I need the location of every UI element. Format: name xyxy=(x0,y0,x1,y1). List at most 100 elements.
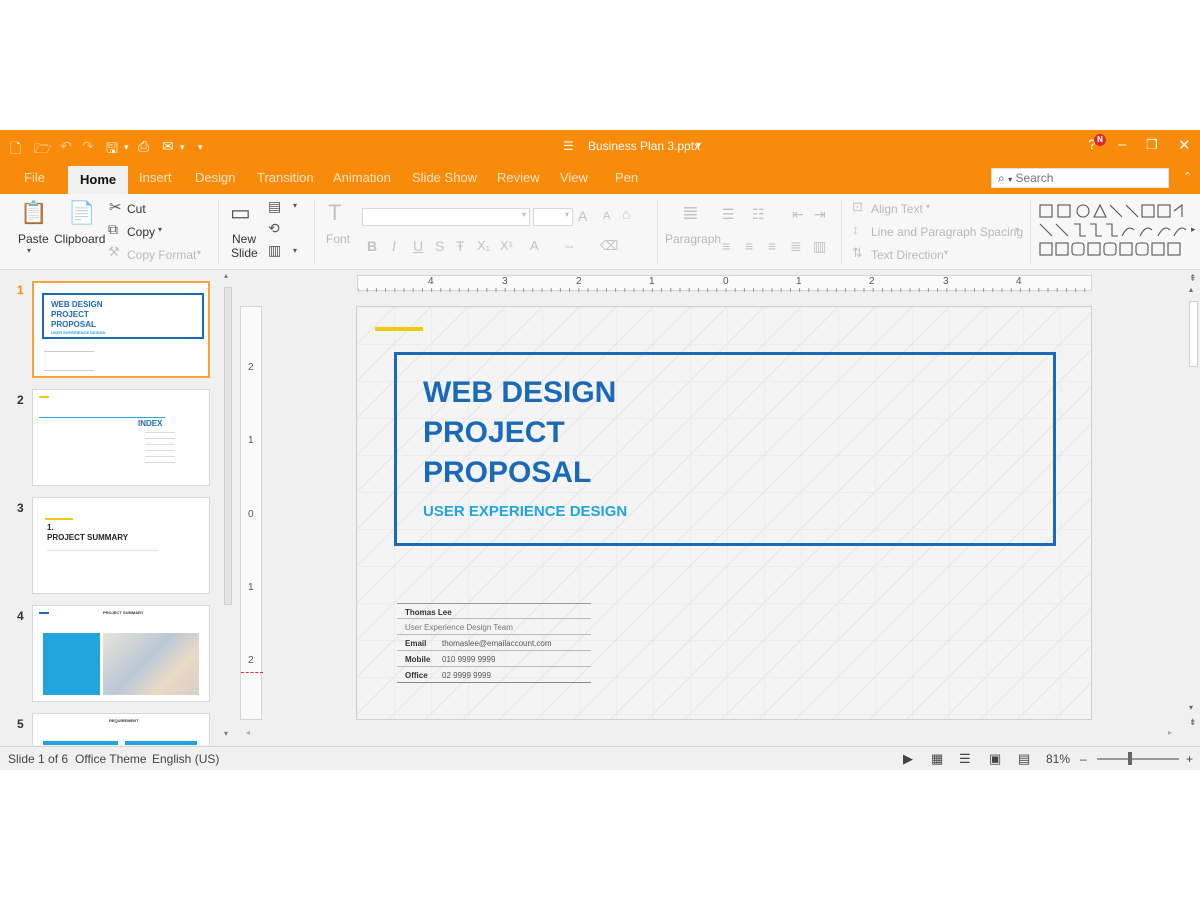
paste-dropdown-icon[interactable]: ▾ xyxy=(27,246,31,255)
language-indicator[interactable]: English (US) xyxy=(152,752,219,766)
slide-thumbnail-3[interactable]: 1. PROJECT SUMMARY xyxy=(32,497,210,594)
search-box[interactable]: ⌕ ▾ xyxy=(991,168,1169,188)
scroll-down-icon[interactable]: ▾ xyxy=(224,729,228,738)
copy-format-icon[interactable]: ⚒ xyxy=(108,244,120,260)
tab-animation[interactable]: Animation xyxy=(333,170,391,185)
thumbnail-scrollbar[interactable]: ▴ ▾ xyxy=(222,271,234,745)
layout-dropdown-icon[interactable]: ▾ xyxy=(293,201,297,210)
collapse-ribbon-icon[interactable]: ⌃ xyxy=(1183,170,1192,183)
open-folder-icon[interactable]: 🗁 xyxy=(34,138,51,162)
zoom-in-button[interactable]: + xyxy=(1186,752,1193,766)
tab-home[interactable]: Home xyxy=(68,166,129,194)
slide-canvas[interactable]: WEB DESIGN PROJECT PROPOSAL USER EXPERIE… xyxy=(356,306,1092,720)
document-title[interactable]: Business Plan 3.pptx xyxy=(588,139,700,153)
search-input[interactable] xyxy=(1015,171,1146,185)
copy-button[interactable]: Copy xyxy=(127,225,155,239)
tab-insert[interactable]: Insert xyxy=(139,170,172,185)
tab-view[interactable]: View xyxy=(560,170,588,185)
redo-icon[interactable]: ↷ xyxy=(82,138,94,155)
customize-toolbar-icon[interactable]: ▾ xyxy=(198,142,203,153)
clear-format-icon[interactable]: ⌫ xyxy=(600,238,618,254)
scroll-bottom-icon[interactable]: ⇟ xyxy=(1189,717,1197,728)
copy-dropdown-icon[interactable]: ▾ xyxy=(158,225,162,234)
cut-icon[interactable]: ✂ xyxy=(109,198,122,216)
section-dropdown-icon[interactable]: ▾ xyxy=(293,246,297,255)
undo-icon[interactable]: ↶ xyxy=(60,138,72,155)
tab-transition[interactable]: Transition xyxy=(257,170,314,185)
shrink-font-icon[interactable]: A xyxy=(603,210,610,222)
scroll-left-icon[interactable]: ◂ xyxy=(246,728,250,737)
tab-file[interactable]: File xyxy=(24,170,45,185)
minimize-button[interactable]: – xyxy=(1118,136,1126,153)
justify-icon[interactable]: ≣ xyxy=(790,238,802,255)
slide-subtitle[interactable]: USER EXPERIENCE DESIGN xyxy=(423,503,627,520)
new-slide-icon[interactable]: ▭ xyxy=(230,200,251,226)
text-direction-button[interactable]: Text Direction xyxy=(871,248,944,262)
slideshow-view-icon[interactable]: ▶ xyxy=(903,751,913,767)
save-dropdown-icon[interactable]: ▾ xyxy=(124,142,129,153)
bullets-icon[interactable]: ☰ xyxy=(722,206,735,223)
section-icon[interactable]: ▥ xyxy=(268,242,281,259)
align-center-icon[interactable]: ≡ xyxy=(745,238,753,254)
columns-icon[interactable]: ▥ xyxy=(813,238,826,255)
scroll-up-icon[interactable]: ▴ xyxy=(1189,285,1193,294)
zoom-out-button[interactable]: – xyxy=(1080,752,1087,766)
subscript-icon[interactable]: X₁ xyxy=(477,238,490,253)
align-text-icon[interactable]: ⊡ xyxy=(852,199,863,215)
outline-view-icon[interactable]: ☰ xyxy=(959,751,971,767)
shapes-more-icon[interactable]: ▸ xyxy=(1191,224,1196,235)
copy-icon[interactable]: ⧉ xyxy=(108,221,118,238)
close-button[interactable]: ✕ xyxy=(1178,136,1191,154)
scrollbar-thumb[interactable] xyxy=(224,287,232,605)
new-slide-button[interactable]: New xyxy=(232,232,256,246)
line-spacing-button[interactable]: Line and Paragraph Spacing xyxy=(871,225,1023,239)
align-text-dropdown-icon[interactable]: ▾ xyxy=(926,202,930,211)
title-placeholder[interactable]: WEB DESIGN PROJECT PROPOSAL USER EXPERIE… xyxy=(394,352,1056,546)
superscript-icon[interactable]: X¹ xyxy=(500,238,513,253)
reset-slide-icon[interactable]: ⟲ xyxy=(268,220,280,237)
scroll-up-icon[interactable]: ▴ xyxy=(224,271,228,280)
normal-view-icon[interactable]: ▣ xyxy=(989,751,1001,767)
char-spacing-icon[interactable]: ⇔ xyxy=(563,238,576,253)
text-direction-dropdown-icon[interactable]: ▾ xyxy=(944,248,948,257)
editor-vertical-scrollbar[interactable]: ⇞ ▴ ▾ ⇟ xyxy=(1186,271,1200,745)
horizontal-ruler[interactable]: 4 3 2 1 0 1 2 3 4 xyxy=(357,275,1092,292)
print-icon[interactable]: ⎙ xyxy=(138,138,149,155)
slide-sorter-icon[interactable]: ▦ xyxy=(931,751,943,767)
vertical-ruler[interactable]: 2 1 0 1 2 xyxy=(240,306,263,720)
increase-indent-icon[interactable]: ⇥ xyxy=(814,206,826,223)
shapes-gallery[interactable] xyxy=(1038,202,1190,260)
zoom-slider[interactable] xyxy=(1097,758,1179,760)
search-dropdown-icon[interactable]: ▾ xyxy=(1008,175,1012,184)
copy-format-button[interactable]: Copy Format xyxy=(127,248,196,262)
scrollbar-thumb[interactable] xyxy=(1189,301,1198,367)
zoom-slider-handle[interactable] xyxy=(1128,752,1132,765)
align-left-icon[interactable]: ≡ xyxy=(722,238,730,254)
slide-title-line[interactable]: PROPOSAL xyxy=(423,456,591,490)
font-size-select[interactable]: ▾ xyxy=(533,208,573,226)
title-dropdown-icon[interactable]: ▾ xyxy=(696,140,701,151)
scroll-down-icon[interactable]: ▾ xyxy=(1189,703,1193,712)
font-family-select[interactable]: ▾ xyxy=(362,208,530,226)
tab-design[interactable]: Design xyxy=(195,170,235,185)
text-direction-icon[interactable]: ⇅ xyxy=(852,245,863,261)
slide-thumbnail-5[interactable]: REQUIREMENT xyxy=(32,713,210,745)
slide-thumbnail-2[interactable]: INDEX xyxy=(32,389,210,486)
grow-font-icon[interactable]: A xyxy=(578,208,587,224)
bold-icon[interactable]: B xyxy=(367,238,377,254)
scroll-top-icon[interactable]: ⇞ xyxy=(1189,273,1197,284)
paste-icon[interactable]: 📋 xyxy=(20,200,47,226)
line-spacing-dropdown-icon[interactable]: ▾ xyxy=(1015,225,1019,234)
cut-button[interactable]: Cut xyxy=(127,202,146,216)
slide-thumbnail-1[interactable]: WEB DESIGN PROJECT PROPOSAL USER EXPERIE… xyxy=(32,281,210,378)
tab-slide-show[interactable]: Slide Show xyxy=(412,170,477,185)
slide-title-line[interactable]: WEB DESIGN xyxy=(423,376,616,410)
copy-format-dropdown-icon[interactable]: ▾ xyxy=(197,248,201,257)
highlight-icon[interactable]: ⌂ xyxy=(622,206,630,222)
clipboard-button[interactable]: Clipboard xyxy=(54,232,105,246)
font-color-icon[interactable]: A xyxy=(530,238,539,253)
decrease-indent-icon[interactable]: ⇤ xyxy=(792,206,804,223)
tab-pen[interactable]: Pen xyxy=(615,170,638,185)
scroll-right-icon[interactable]: ▸ xyxy=(1168,728,1172,737)
numbering-icon[interactable]: ☷ xyxy=(752,206,765,223)
